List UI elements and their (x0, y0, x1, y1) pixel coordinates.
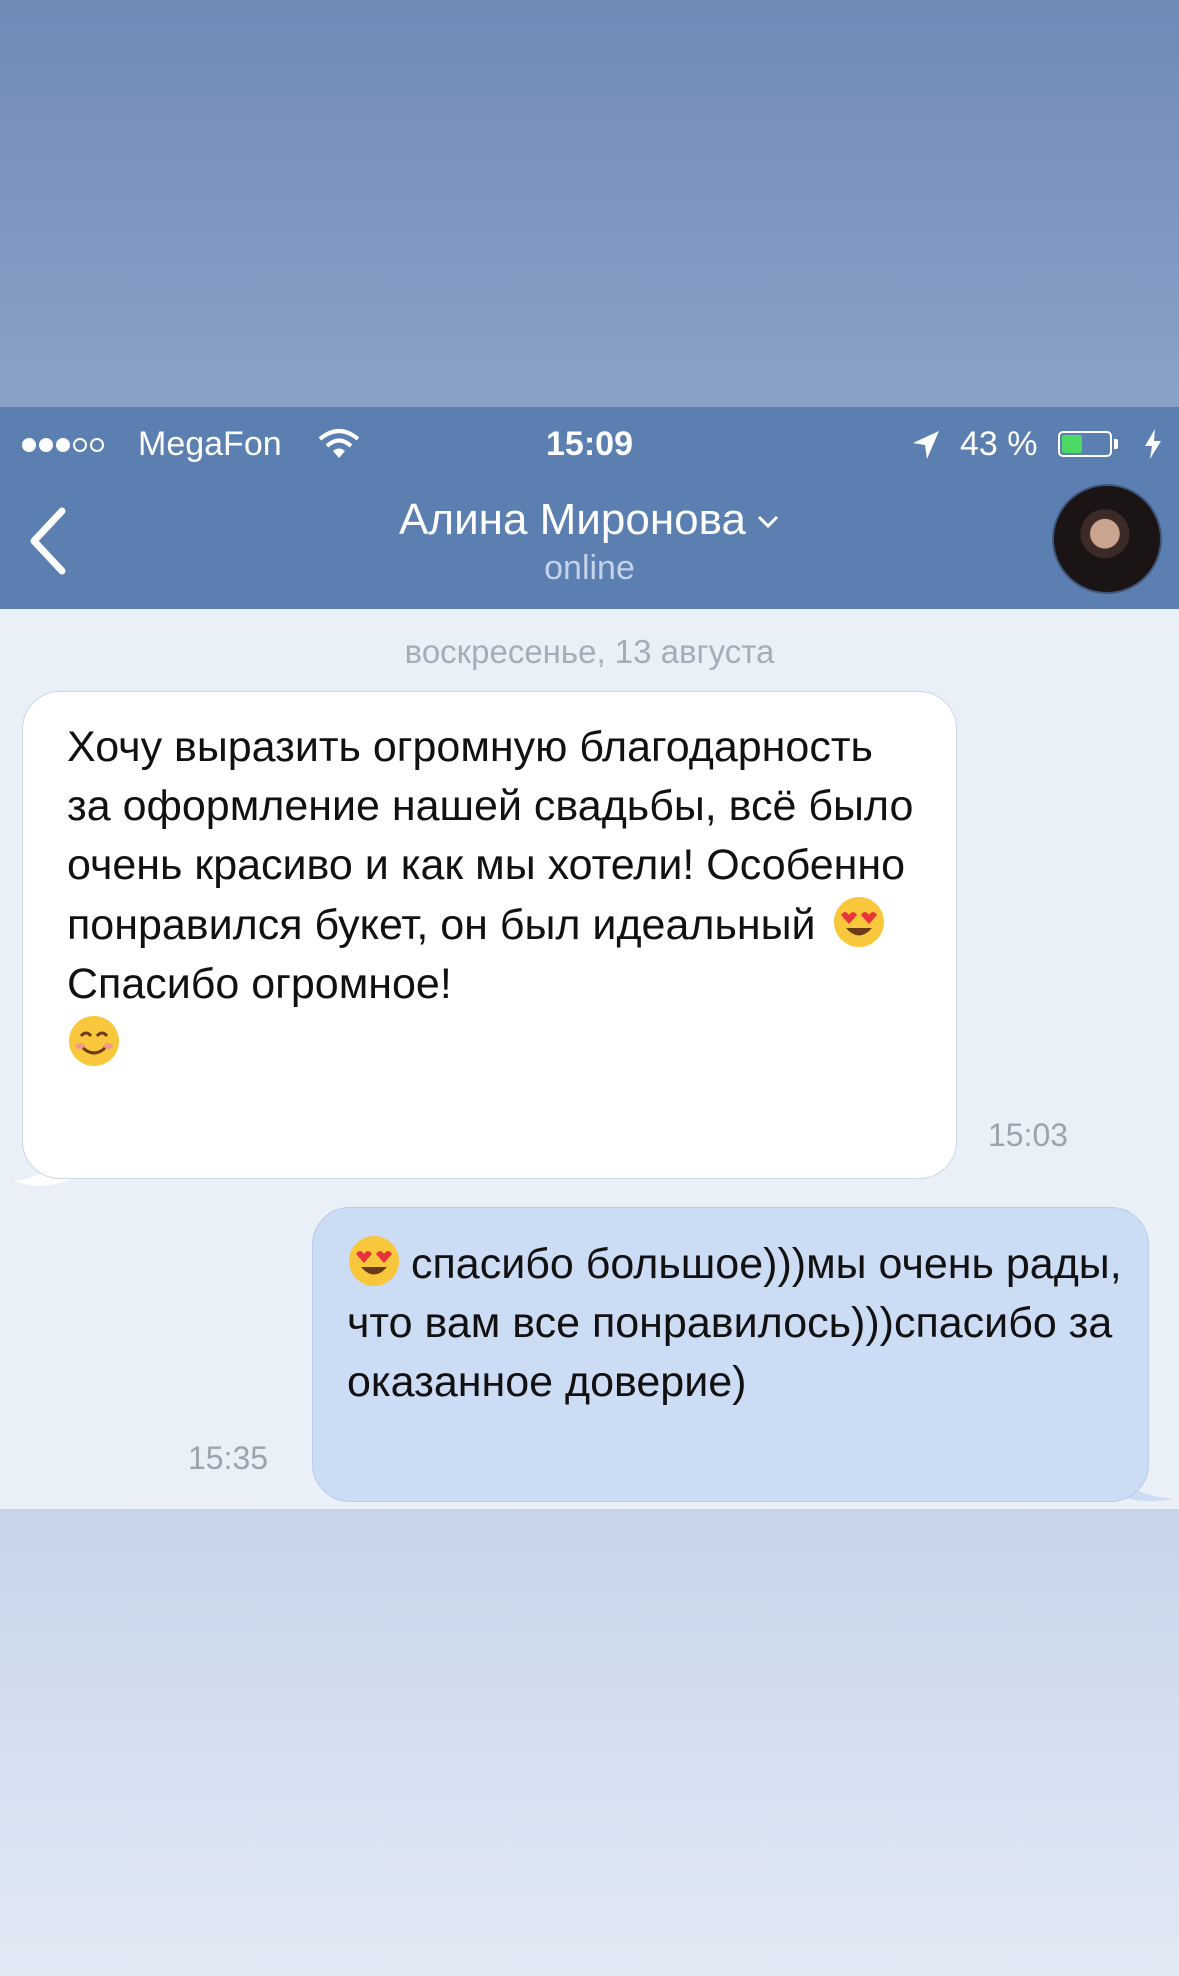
message-list[interactable]: воскресенье, 13 августа Хочу выразить ог… (0, 609, 1179, 1509)
message-timestamp: 15:35 (188, 1440, 269, 1476)
contact-name-dropdown[interactable]: Алина Миронова (0, 495, 1179, 545)
contact-name: Алина Миронова (399, 495, 746, 544)
battery-tip (1114, 439, 1118, 449)
message-timestamp: 15:03 (988, 1117, 1069, 1153)
message-text: спасибо большое)))мы очень рады, что вам… (347, 1240, 1122, 1406)
message-text-part: Хочу выразить огромную благодарность за … (67, 723, 914, 949)
avatar[interactable] (1052, 484, 1162, 594)
outgoing-message-text: спасибо большое)))мы очень рады, что вам… (347, 1234, 1137, 1412)
smiling-face-emoji-icon (69, 1016, 119, 1066)
heart-eyes-emoji-icon (833, 897, 884, 947)
status-bar: MegaFon 15:09 43 % (0, 407, 1179, 479)
battery-icon (1058, 431, 1112, 457)
incoming-message-text: Хочу выразить огромную благодарность за … (67, 718, 927, 1074)
location-arrow-icon (913, 431, 939, 459)
outgoing-message-bubble[interactable]: спасибо большое)))мы очень рады, что вам… (312, 1207, 1149, 1502)
charging-bolt-icon (1145, 429, 1161, 459)
chat-header: Алина Миронова online (0, 479, 1179, 609)
message-text-part: Спасибо огромное! (67, 960, 452, 1008)
battery-percent: 43 % (960, 425, 1038, 463)
incoming-message-bubble[interactable]: Хочу выразить огромную благодарность за … (22, 691, 957, 1179)
battery-level-fill (1062, 435, 1082, 453)
contact-status: online (544, 549, 635, 587)
heart-eyes-emoji-icon (349, 1236, 399, 1286)
date-separator: воскресенье, 13 августа (404, 633, 775, 670)
chevron-down-icon (757, 516, 778, 529)
blurred-background (0, 0, 1179, 407)
